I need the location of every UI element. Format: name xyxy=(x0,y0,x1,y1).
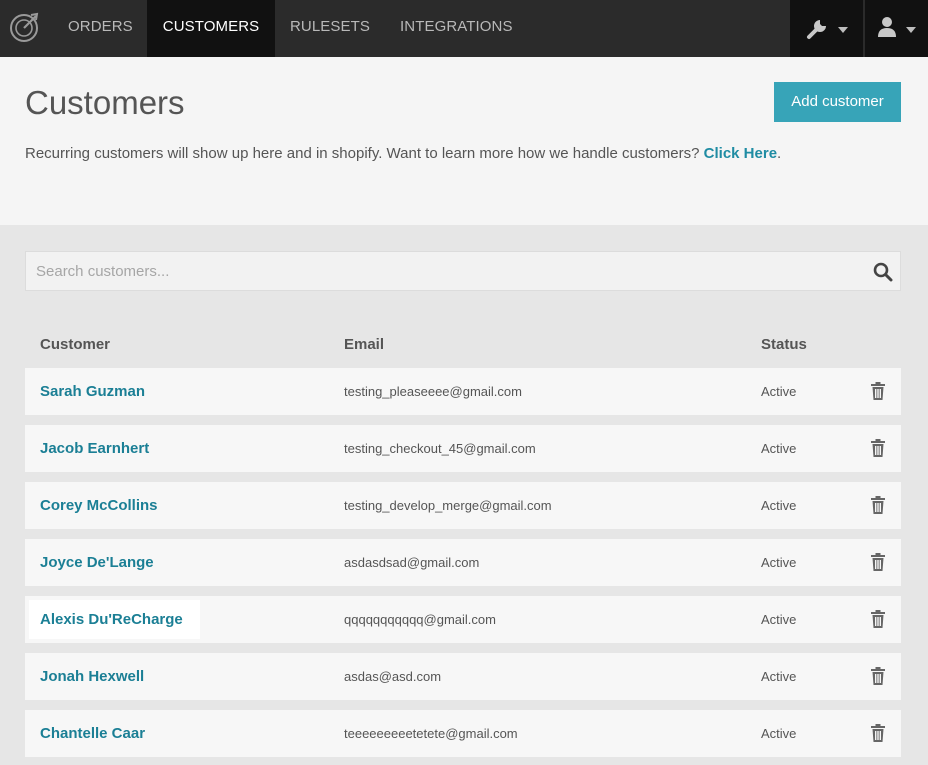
search-box xyxy=(25,251,901,291)
customer-name-link[interactable]: Chantelle Caar xyxy=(40,725,145,742)
click-here-link[interactable]: Click Here xyxy=(704,145,777,162)
nav-customers[interactable]: CUSTOMERS xyxy=(147,0,275,57)
trash-icon[interactable] xyxy=(870,610,886,628)
customer-email: testing_pleaseeee@gmail.com xyxy=(344,384,522,399)
chevron-down-icon xyxy=(838,27,848,33)
customer-name-link[interactable]: Alexis Du'ReCharge xyxy=(29,600,200,639)
wrench-icon xyxy=(807,20,826,39)
intro-text: Recurring customers will show up here an… xyxy=(25,145,781,162)
nav-orders[interactable]: ORDERS xyxy=(68,0,133,57)
trash-icon[interactable] xyxy=(870,667,886,685)
user-icon xyxy=(878,17,896,37)
customer-name-link[interactable]: Joyce De'Lange xyxy=(40,554,154,571)
table-row: Corey McCollins testing_develop_merge@gm… xyxy=(25,482,901,529)
customer-email: teeeeeeeeetetete@gmail.com xyxy=(344,726,518,741)
search-input[interactable] xyxy=(26,252,856,290)
customer-status: Active xyxy=(761,498,797,513)
column-header-status[interactable]: Status xyxy=(761,336,807,353)
customer-name-link[interactable]: Jonah Hexwell xyxy=(40,668,144,685)
column-header-customer[interactable]: Customer xyxy=(40,336,110,353)
user-dropdown[interactable] xyxy=(865,0,928,57)
customer-status: Active xyxy=(761,612,797,627)
customer-status: Active xyxy=(761,669,797,684)
intro-text-end: . xyxy=(777,145,782,162)
nav-integrations[interactable]: INTEGRATIONS xyxy=(400,0,513,57)
customer-email: testing_checkout_45@gmail.com xyxy=(344,441,536,456)
customer-email: qqqqqqqqqqq@gmail.com xyxy=(344,612,496,627)
top-navbar: ORDERS CUSTOMERS RULESETS INTEGRATIONS xyxy=(0,0,928,57)
column-header-email[interactable]: Email xyxy=(344,336,384,353)
customer-email: testing_develop_merge@gmail.com xyxy=(344,498,552,513)
logo-icon[interactable] xyxy=(9,10,41,44)
trash-icon[interactable] xyxy=(870,553,886,571)
trash-icon[interactable] xyxy=(870,724,886,742)
chevron-down-icon xyxy=(906,27,916,33)
trash-icon[interactable] xyxy=(870,496,886,514)
customer-status: Active xyxy=(761,555,797,570)
customer-name-link[interactable]: Corey McCollins xyxy=(40,497,158,514)
table-row: Jonah Hexwell asdas@asd.com Active xyxy=(25,653,901,700)
table-row: Chantelle Caar teeeeeeeeetetete@gmail.co… xyxy=(25,710,901,757)
customer-name-link[interactable]: Jacob Earnhert xyxy=(40,440,149,457)
table-row: Joyce De'Lange asdasdsad@gmail.com Activ… xyxy=(25,539,901,586)
customer-name-link[interactable]: Sarah Guzman xyxy=(40,383,145,400)
customer-email: asdasdsad@gmail.com xyxy=(344,555,480,570)
nav-rulesets[interactable]: RULESETS xyxy=(290,0,370,57)
customer-status: Active xyxy=(761,441,797,456)
customer-status: Active xyxy=(761,726,797,741)
table-row: Alexis Du'ReCharge qqqqqqqqqqq@gmail.com… xyxy=(25,596,901,643)
page-title: Customers xyxy=(25,84,185,121)
customer-email: asdas@asd.com xyxy=(344,669,442,684)
trash-icon[interactable] xyxy=(870,382,886,400)
add-customer-button[interactable]: Add customer xyxy=(774,82,901,122)
table-row: Jacob Earnhert testing_checkout_45@gmail… xyxy=(25,425,901,472)
trash-icon[interactable] xyxy=(870,439,886,457)
search-icon[interactable] xyxy=(873,262,893,282)
intro-text-body: Recurring customers will show up here an… xyxy=(25,145,704,162)
table-row: Sarah Guzman testing_pleaseeee@gmail.com… xyxy=(25,368,901,415)
settings-dropdown[interactable] xyxy=(790,0,863,57)
page-header: Customers Add customer Recurring custome… xyxy=(0,57,928,225)
customer-status: Active xyxy=(761,384,797,399)
